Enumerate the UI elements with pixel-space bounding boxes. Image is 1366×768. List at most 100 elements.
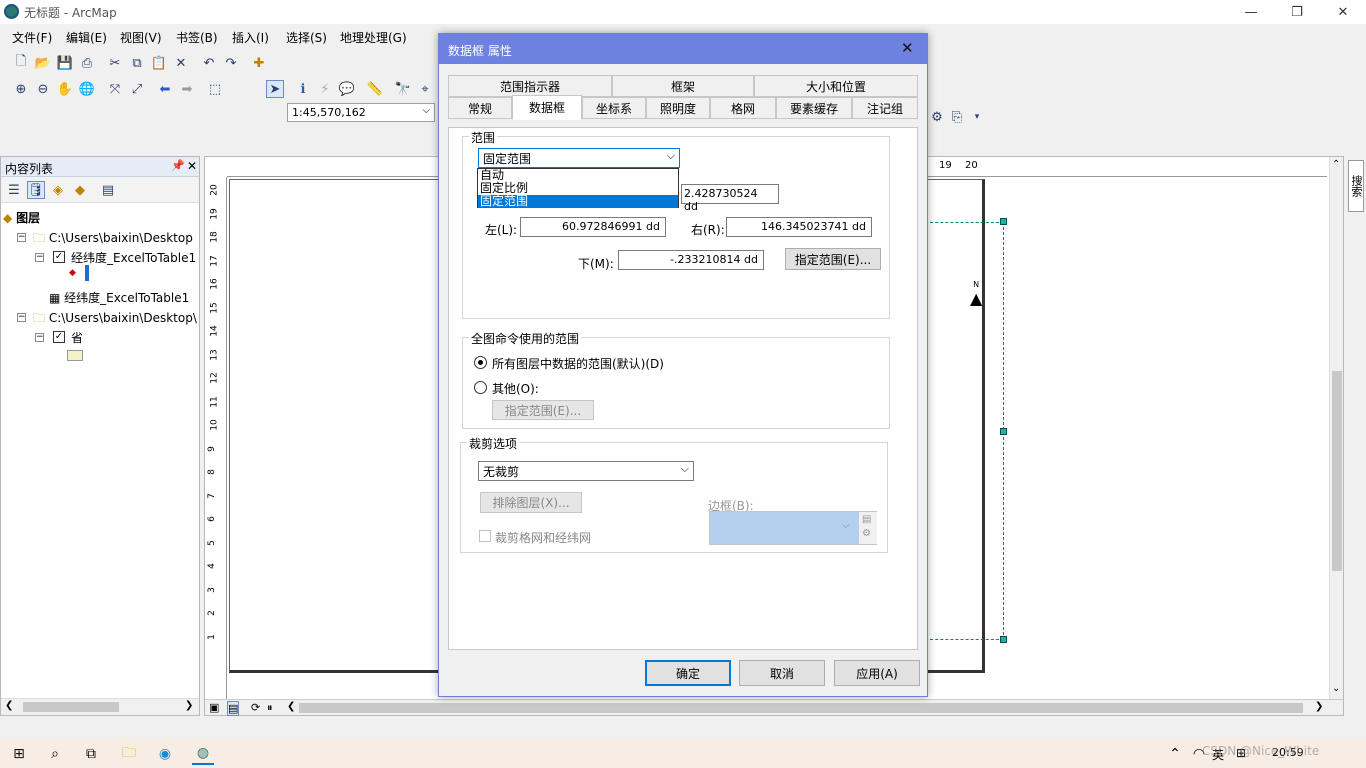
forward-arrow-icon[interactable]: ➡ — [178, 80, 196, 98]
map-scale-combobox[interactable]: 1:45,570,162 ⌵ — [287, 103, 435, 122]
scroll-right-icon[interactable]: ❯ — [1315, 701, 1323, 712]
tree-layer-province[interactable]: 省 — [71, 329, 83, 346]
bottom-extent-field[interactable]: -.233210814 dd — [618, 250, 764, 270]
layers-root[interactable]: ◆ 图层 — [3, 209, 40, 226]
collapse-toggle-icon[interactable]: − — [17, 313, 26, 322]
selection-handle[interactable] — [1000, 636, 1007, 643]
selection-handle[interactable] — [1000, 428, 1007, 435]
save-icon[interactable]: 💾 — [56, 54, 74, 72]
scroll-left-icon[interactable]: ❮ — [287, 701, 295, 712]
scroll-down-icon[interactable]: ⌄ — [1332, 683, 1340, 694]
point-symbol-icon[interactable]: ◆ — [69, 268, 76, 278]
scroll-thumb[interactable] — [1332, 371, 1342, 571]
pin-icon[interactable]: 📌 — [171, 159, 185, 172]
menu-edit[interactable]: 编辑(E) — [66, 29, 107, 46]
select-features-icon[interactable]: ⬚ — [206, 80, 224, 98]
task-view-icon[interactable]: ⧉ — [80, 743, 102, 765]
tab-annotation-groups[interactable]: 注记组 — [852, 97, 918, 119]
windows-start-icon[interactable]: ⊞ — [8, 743, 30, 765]
border-style-list-icon[interactable]: ▤ — [862, 514, 871, 525]
menu-selection[interactable]: 选择(S) — [286, 29, 327, 46]
specify-extent-button[interactable]: 指定范围(E)... — [785, 248, 881, 270]
edge-browser-icon[interactable]: ◉ — [154, 743, 176, 765]
file-explorer-icon[interactable]: 🗀 — [118, 743, 140, 765]
toc-horizontal-scrollbar[interactable]: ❮ ❯ — [1, 698, 199, 715]
dialog-close-icon[interactable]: ✕ — [901, 39, 914, 57]
print-icon[interactable]: ⎙ — [78, 54, 96, 72]
redo-icon[interactable]: ↷ — [222, 54, 240, 72]
clip-grids-label[interactable]: 裁剪格网和经纬网 — [495, 529, 591, 546]
layout-view-icon[interactable]: ▤ — [227, 701, 240, 716]
back-arrow-icon[interactable]: ⬅ — [156, 80, 174, 98]
list-by-selection-icon[interactable]: ◆ — [71, 181, 89, 199]
add-data-icon[interactable]: ✚ — [250, 54, 268, 72]
right-extent-field[interactable]: 146.345023741 dd — [726, 217, 872, 237]
chevron-down-icon[interactable]: ⌵ — [422, 105, 430, 116]
left-extent-field[interactable]: 60.972846991 dd — [520, 217, 666, 237]
open-folder-icon[interactable]: 📂 — [34, 54, 52, 72]
radio-other-extent-label[interactable]: 其他(O): — [492, 380, 539, 397]
show-hidden-icons-chevron-icon[interactable]: ⌃ — [1164, 743, 1186, 765]
collapse-toggle-icon[interactable]: − — [35, 333, 44, 342]
cancel-button[interactable]: 取消 — [739, 660, 825, 686]
list-by-drawing-order-icon[interactable]: ☰ — [5, 181, 23, 199]
pause-drawing-icon[interactable]: ⏸ — [267, 701, 273, 715]
tab-coordinate-system[interactable]: 坐标系 — [582, 97, 646, 119]
layer-visibility-checkbox[interactable]: ✓ — [53, 331, 65, 343]
radio-default-extent[interactable] — [474, 356, 487, 369]
layer-visibility-checkbox[interactable]: ✓ — [53, 251, 65, 263]
close-button[interactable]: ✕ — [1320, 0, 1366, 24]
select-elements-arrow-icon[interactable]: ➤ — [266, 80, 284, 98]
minimize-button[interactable]: — — [1228, 0, 1274, 24]
polygon-symbol-swatch[interactable] — [67, 350, 83, 361]
tab-extent-indicators[interactable]: 范围指示器 — [448, 75, 612, 97]
menu-file[interactable]: 文件(F) — [12, 29, 52, 46]
radio-default-extent-label[interactable]: 所有图层中数据的范围(默认)(D) — [492, 355, 664, 372]
tab-frame[interactable]: 框架 — [612, 75, 754, 97]
tab-data-frame[interactable]: 数据框 — [512, 95, 582, 120]
refresh-icon[interactable]: ⟳ — [251, 701, 260, 714]
copy-icon[interactable]: ⧉ — [128, 54, 146, 72]
toolbar-options-icon[interactable]: ▾ — [968, 108, 986, 126]
options-icon[interactable]: ▤ — [99, 181, 117, 199]
tree-folder-2[interactable]: 🗀 C:\Users\baixin\Desktop\ — [33, 309, 197, 330]
tree-layer-points[interactable]: 经纬度_ExcelToTable1 — [71, 249, 196, 266]
go-to-xy-icon[interactable]: ⌖ — [416, 80, 434, 98]
extent-mode-select[interactable]: 固定范围 ⌵ — [478, 148, 680, 168]
hyperlink-icon[interactable]: ⚡ — [316, 80, 334, 98]
tab-feature-cache[interactable]: 要素缓存 — [776, 97, 852, 119]
new-document-icon[interactable]: 🗋 — [12, 54, 30, 72]
collapse-toggle-icon[interactable]: − — [17, 233, 26, 242]
menu-geoprocessing[interactable]: 地理处理(G) — [340, 29, 407, 46]
tab-grids[interactable]: 格网 — [710, 97, 776, 119]
data-frame-outline[interactable] — [920, 222, 1004, 640]
border-style-properties-icon[interactable]: ⚙ — [862, 528, 871, 539]
clip-mode-select[interactable]: 无裁剪 ⌵ — [478, 461, 694, 481]
fixed-zoom-out-icon[interactable]: ⤢ — [128, 80, 146, 98]
cut-icon[interactable]: ✂ — [106, 54, 124, 72]
scroll-left-icon[interactable]: ❮ — [5, 700, 13, 711]
list-by-visibility-icon[interactable]: ◈ — [49, 181, 67, 199]
north-arrow-icon[interactable]: N ▲ — [970, 280, 982, 308]
radio-other-extent[interactable] — [474, 381, 487, 394]
menu-view[interactable]: 视图(V) — [120, 29, 162, 46]
delete-icon[interactable]: ✕ — [172, 54, 190, 72]
selection-handle[interactable] — [1000, 218, 1007, 225]
clip-grids-checkbox[interactable] — [479, 530, 491, 542]
fixed-zoom-in-icon[interactable]: ⤧ — [106, 80, 124, 98]
vertical-scrollbar[interactable]: ⌃ ⌄ — [1329, 157, 1343, 699]
arcmap-taskbar-icon[interactable]: ◍ — [192, 743, 214, 765]
list-by-source-icon[interactable]: 🛢 — [27, 181, 45, 199]
scroll-thumb[interactable] — [299, 703, 1303, 713]
toc-close-icon[interactable]: ✕ — [187, 159, 197, 173]
measure-icon[interactable]: 📏 — [366, 80, 384, 98]
html-popup-icon[interactable]: 💬 — [338, 80, 356, 98]
collapse-toggle-icon[interactable]: − — [35, 253, 44, 262]
tab-size-and-position[interactable]: 大小和位置 — [754, 75, 918, 97]
exclude-layers-button[interactable]: 排除图层(X)... — [480, 492, 582, 513]
search-icon[interactable]: ⌕ — [44, 743, 66, 765]
full-extent-globe-icon[interactable]: 🌐 — [78, 80, 96, 98]
zoom-in-icon[interactable]: ⊕ — [12, 80, 30, 98]
search-side-tab[interactable]: 搜索 — [1348, 160, 1364, 212]
menu-insert[interactable]: 插入(I) — [232, 29, 269, 46]
